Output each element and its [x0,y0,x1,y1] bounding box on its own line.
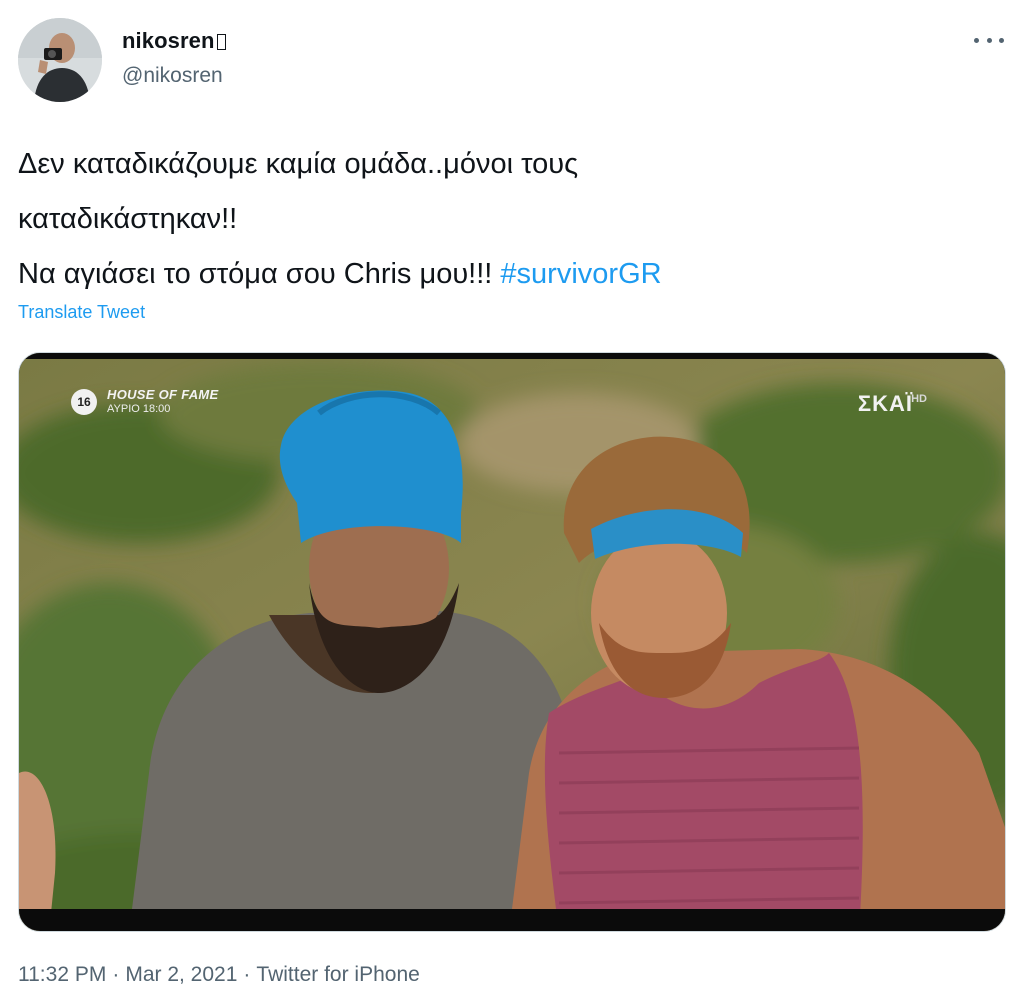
video-letterbox-bottom [19,909,1005,931]
meta-separator: · [112,963,120,986]
author-info: nikosren @nikosren [122,28,226,88]
avatar[interactable] [18,18,102,102]
tweet-metadata: 11:32 PM · Mar 2, 2021 · Twitter for iPhone [18,963,426,987]
display-name-row[interactable]: nikosren [122,28,226,54]
more-horizontal-icon[interactable] [974,34,1004,46]
display-name[interactable]: nikosren [122,28,215,53]
meta-separator: · [243,963,251,986]
tweet-date[interactable]: Mar 2, 2021 [125,963,237,986]
user-handle[interactable]: @nikosren [122,64,226,88]
hashtag-link[interactable]: #survivorGR [500,258,661,290]
tweet-media-image[interactable]: 16 HOUSE OF FAME ΑΥΡΙΟ 18:00 ΣΚΑΪ HD [18,352,1006,932]
channel-logo: ΣΚΑΪ [857,391,913,416]
tweet-text-line-1: Δεν καταδικάζουμε καμία ομάδα..μόνοι του… [18,148,579,180]
promo-time: ΑΥΡΙΟ 18:00 [107,403,171,415]
rating-badge: 16 [71,389,97,415]
tweet-source[interactable]: Twitter for iPhone [256,963,419,986]
translate-tweet-link[interactable]: Translate Tweet [18,302,145,323]
video-letterbox-top [19,353,1005,359]
tweet-text-line-3: Να αγιάσει το στόμα σου Chris μου!!! [18,258,501,290]
tweet-text: Δεν καταδικάζουμε καμία ομάδα..μόνοι του… [18,137,978,302]
promo-title: HOUSE OF FAME [107,387,219,402]
video-frame-illustration [19,353,1005,931]
tweet-text-line-2: καταδικάστηκαν!! [18,203,238,235]
tweet-time[interactable]: 11:32 PM [18,963,106,986]
tweet-header: nikosren @nikosren [18,18,1008,106]
channel-hd-label: HD [911,393,927,405]
missing-glyph-icon [216,34,226,50]
